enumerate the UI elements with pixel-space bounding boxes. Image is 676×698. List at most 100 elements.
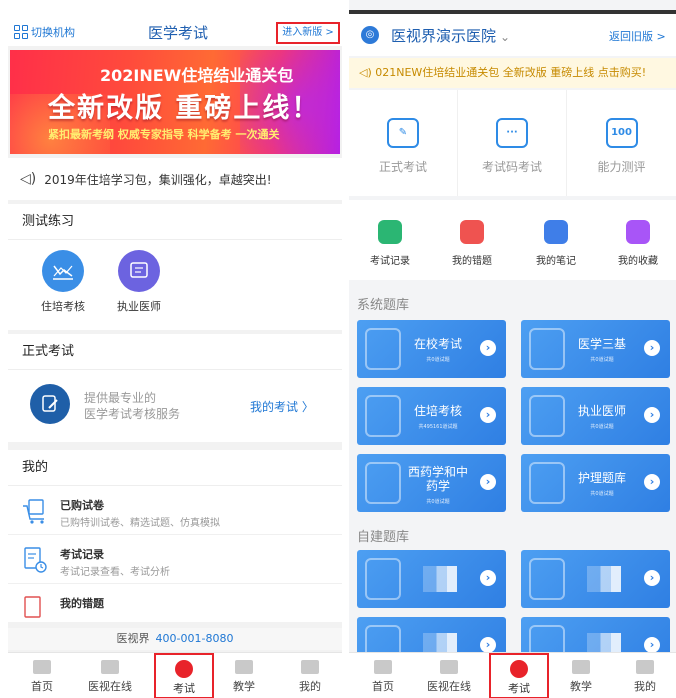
tab-mine[interactable]: 我的 — [615, 653, 675, 698]
exam-records-item[interactable]: 考试记录 考试记录查看、考试分析 — [8, 536, 342, 584]
wrong-icon — [460, 220, 484, 244]
quick-favorites[interactable]: 我的收藏 — [603, 220, 673, 267]
blurred-title — [423, 566, 457, 592]
mode-formal-exam[interactable]: ✎ 正式考试 — [349, 90, 458, 196]
notice-marquee[interactable]: ◁) 021NEW住培结业通关包 全新改版 重磅上线 点击购买! — [349, 58, 676, 88]
formal-exam-section: 正式考试 提供最专业的 医学考试考核服务 我的考试 〉 — [8, 334, 342, 442]
arrow-right-icon: › — [480, 340, 496, 356]
banner-line3: 紧扣最新考纲 权威专家指导 科学备考 一次通关 — [48, 128, 280, 141]
section-title: 测试练习 — [8, 204, 342, 240]
arrow-right-icon: › — [480, 474, 496, 490]
bank-medical-basics[interactable]: 医学三基 共0道试题 › — [521, 320, 670, 378]
tab-exam[interactable]: 考试 — [489, 653, 549, 698]
exam-icon — [175, 660, 193, 678]
tab-online[interactable]: 医视在线 — [80, 653, 140, 698]
record-clock-icon — [24, 547, 47, 573]
quick-links: 考试记录 我的错题 我的笔记 我的收藏 — [349, 200, 676, 280]
chevron-down-icon: ⌄ — [500, 30, 511, 44]
home-icon — [374, 660, 392, 674]
grid-icon — [14, 25, 28, 39]
star-icon — [626, 220, 650, 244]
code-icon: ··· — [496, 118, 528, 148]
system-bank-title: 系统题库 — [357, 298, 410, 313]
my-exams-link[interactable]: 我的考试 〉 — [250, 398, 314, 415]
arrow-right-icon: › — [480, 637, 496, 653]
mode-ability-test[interactable]: 100 能力测评 — [567, 90, 676, 196]
tab-home[interactable]: 首页 — [353, 653, 413, 698]
medkit-icon — [529, 328, 565, 370]
tab-exam[interactable]: 考试 — [154, 653, 214, 698]
arrow-right-icon: › — [644, 637, 660, 653]
tab-teaching[interactable]: 教学 — [551, 653, 611, 698]
quick-notes[interactable]: 我的笔记 — [521, 220, 591, 267]
switch-org-button[interactable]: 切换机构 — [14, 24, 75, 40]
microscope-icon — [365, 328, 401, 370]
tab-teaching[interactable]: 教学 — [214, 653, 274, 698]
video-icon — [101, 660, 119, 674]
left-header: 切换机构 医学考试 进入新版 > — [8, 0, 342, 46]
hospital-selector[interactable]: 医视界演示医院 ⌄ — [391, 25, 510, 46]
exam-modes: ✎ 正式考试 ··· 考试码考试 100 能力测评 — [349, 90, 676, 196]
purchased-papers-item[interactable]: 已购试卷 已购特训试卷、精选试题、仿真模拟 — [8, 487, 342, 535]
capsule-icon — [365, 462, 401, 504]
custom-bank-card[interactable]: › — [521, 550, 670, 608]
chart-icon — [42, 250, 84, 292]
notice-bar[interactable]: ◁) 2019年住培学习包，集训强化，卓越突出! — [8, 158, 342, 200]
teaching-icon — [572, 660, 590, 674]
enter-new-version-button[interactable]: 进入新版 > — [276, 22, 340, 44]
banner-line1: 202INEW住培结业通关包 — [100, 66, 294, 85]
arrow-right-icon: › — [644, 570, 660, 586]
quick-exam-records[interactable]: 考试记录 — [355, 220, 425, 267]
back-old-version-button[interactable]: 返回旧版 > — [609, 28, 666, 44]
record-icon — [378, 220, 402, 244]
arrow-right-icon: › — [644, 407, 660, 423]
clipboard-icon — [365, 558, 401, 600]
wrong-book-icon — [24, 596, 41, 618]
blurred-title — [587, 566, 621, 592]
left-screen: 切换机构 医学考试 进入新版 > 202INEW住培结业通关包 全新改版 重磅上… — [8, 0, 342, 698]
bank-nursing[interactable]: 护理题库 共0道试题 › — [521, 454, 670, 512]
clipboard-icon — [365, 395, 401, 437]
arrow-right-icon: › — [644, 340, 660, 356]
formal-exam-row[interactable]: 提供最专业的 医学考试考核服务 我的考试 〉 — [8, 380, 342, 436]
right-header: ◎ 医视界演示医院 ⌄ 返回旧版 > — [349, 14, 676, 56]
tab-home[interactable]: 首页 — [12, 653, 72, 698]
score-icon: 100 — [605, 118, 638, 148]
quick-wrong-questions[interactable]: 我的错题 — [437, 220, 507, 267]
pen-icon: ✎ — [387, 118, 419, 148]
certificate-icon — [118, 250, 160, 292]
hospital-logo-icon: ◎ — [361, 26, 379, 44]
video-icon — [440, 660, 458, 674]
page-title: 医学考试 — [148, 24, 209, 42]
section-title: 我的 — [8, 450, 342, 486]
exam-icon — [510, 660, 528, 678]
arrow-right-icon: › — [644, 474, 660, 490]
tab-online[interactable]: 医视在线 — [419, 653, 479, 698]
speaker-icon: ◁) — [20, 171, 37, 187]
arrow-right-icon: › — [480, 407, 496, 423]
custom-bank-card[interactable]: › — [357, 550, 506, 608]
teaching-icon — [235, 660, 253, 674]
banner-line2: 全新改版 重磅上线！ — [48, 93, 321, 124]
hotline-number[interactable]: 400-001-8080 — [156, 632, 234, 645]
tab-mine[interactable]: 我的 — [280, 653, 340, 698]
user-icon — [636, 660, 654, 674]
practice-item-residency[interactable]: 住培考核 — [28, 250, 98, 314]
section-title: 正式考试 — [8, 334, 342, 370]
mode-code-exam[interactable]: ··· 考试码考试 — [458, 90, 567, 196]
bank-physician[interactable]: 执业医师 共0道试题 › — [521, 387, 670, 445]
promo-banner[interactable]: 202INEW住培结业通关包 全新改版 重磅上线！ 紧扣最新考纲 权威专家指导 … — [10, 50, 340, 154]
notice-text: 2019年住培学习包，集训强化，卓越突出! — [44, 172, 272, 187]
home-icon — [33, 660, 51, 674]
bank-school-exam[interactable]: 在校考试 共0道试题 › — [357, 320, 506, 378]
practice-item-physician[interactable]: 执业医师 — [104, 250, 174, 314]
bank-pharmacy[interactable]: 西药学和中药学 共0道试题 › — [357, 454, 506, 512]
arrow-right-icon: › — [480, 570, 496, 586]
practice-section: 测试练习 住培考核 执业医师 — [8, 204, 342, 330]
wrong-questions-item[interactable]: 我的错题 — [8, 585, 342, 633]
right-screen: ◎ 医视界演示医院 ⌄ 返回旧版 > ◁) 021NEW住培结业通关包 全新改版 … — [349, 0, 676, 698]
bank-residency[interactable]: 住培考核 共495161道试题 › — [357, 387, 506, 445]
switch-org-label: 切换机构 — [31, 26, 75, 39]
notes-icon — [544, 220, 568, 244]
bottom-tabbar: 首页 医视在线 考试 教学 我的 — [349, 652, 676, 698]
